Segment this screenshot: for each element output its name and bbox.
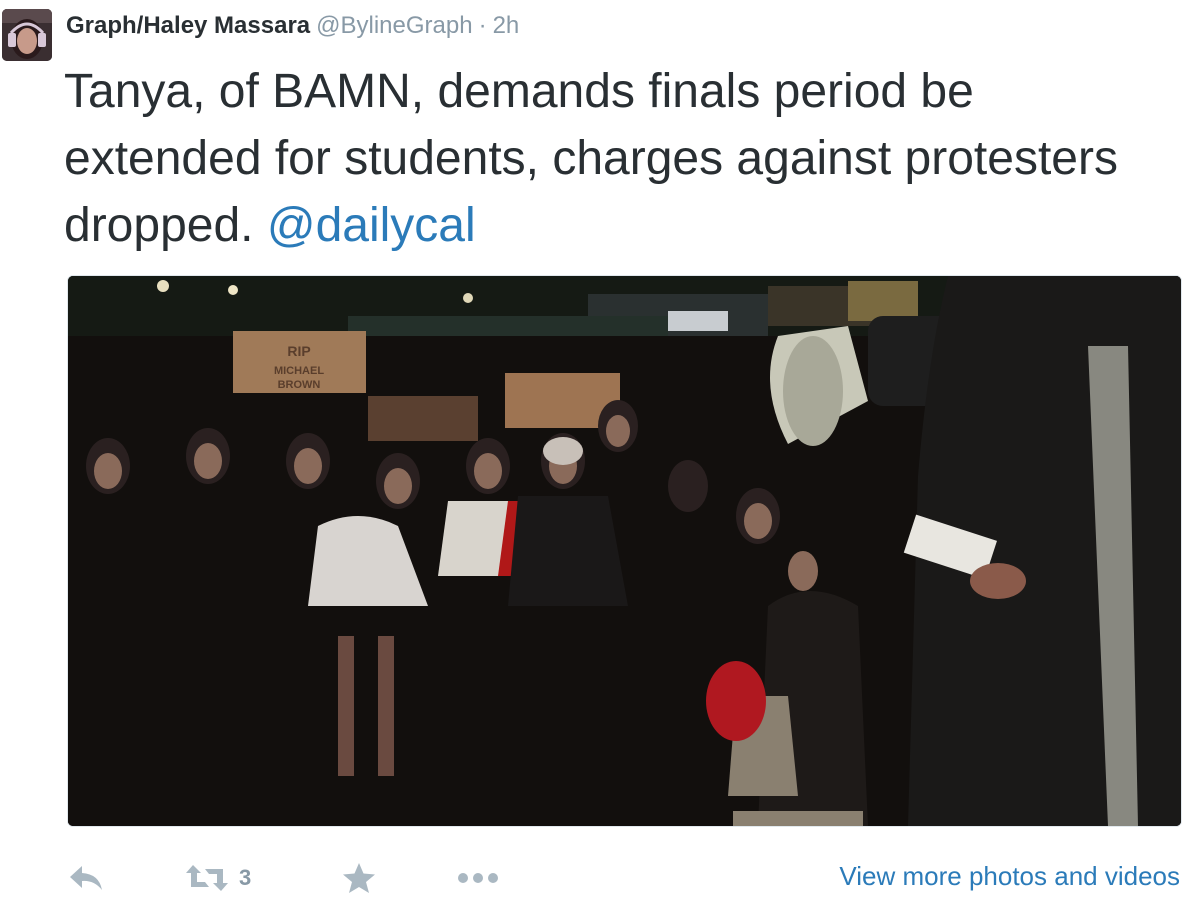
separator: · [478,12,487,39]
svg-text:BROWN: BROWN [278,379,321,391]
view-more-photos-link[interactable]: View more photos and videos [839,858,1180,894]
tweet-text: Tanya, of BAMN, demands finals period be… [64,58,1174,259]
avatar-image [2,9,52,61]
tweet-body: Tanya, of BAMN, demands finals period be… [64,65,1118,252]
protest-photo: RIP MICHAEL BROWN [68,276,1181,826]
more-dots-icon [458,873,498,883]
retweet-icon [186,865,228,891]
mention-link[interactable]: @dailycal [267,199,476,252]
favorite-button[interactable] [342,860,376,896]
tweet-actions: 3 View more photos and videos [0,850,1200,906]
retweet-count: 3 [239,865,252,890]
author-name[interactable]: Graph/Haley Massara [66,12,310,39]
avatar[interactable] [2,9,52,61]
star-icon [343,863,375,893]
tweet-timestamp[interactable]: 2h [493,12,520,39]
retweet-button[interactable]: 3 [185,860,251,896]
svg-text:RIP: RIP [287,343,310,359]
more-button[interactable] [457,860,499,896]
author-handle[interactable]: @BylineGraph [316,12,472,39]
svg-text:MICHAEL: MICHAEL [274,365,324,377]
reply-icon [70,866,102,890]
reply-button[interactable] [68,860,104,896]
tweet-header: Graph/Haley Massara @BylineGraph · 2h [66,10,519,42]
tweet-photo[interactable]: RIP MICHAEL BROWN [67,275,1182,827]
